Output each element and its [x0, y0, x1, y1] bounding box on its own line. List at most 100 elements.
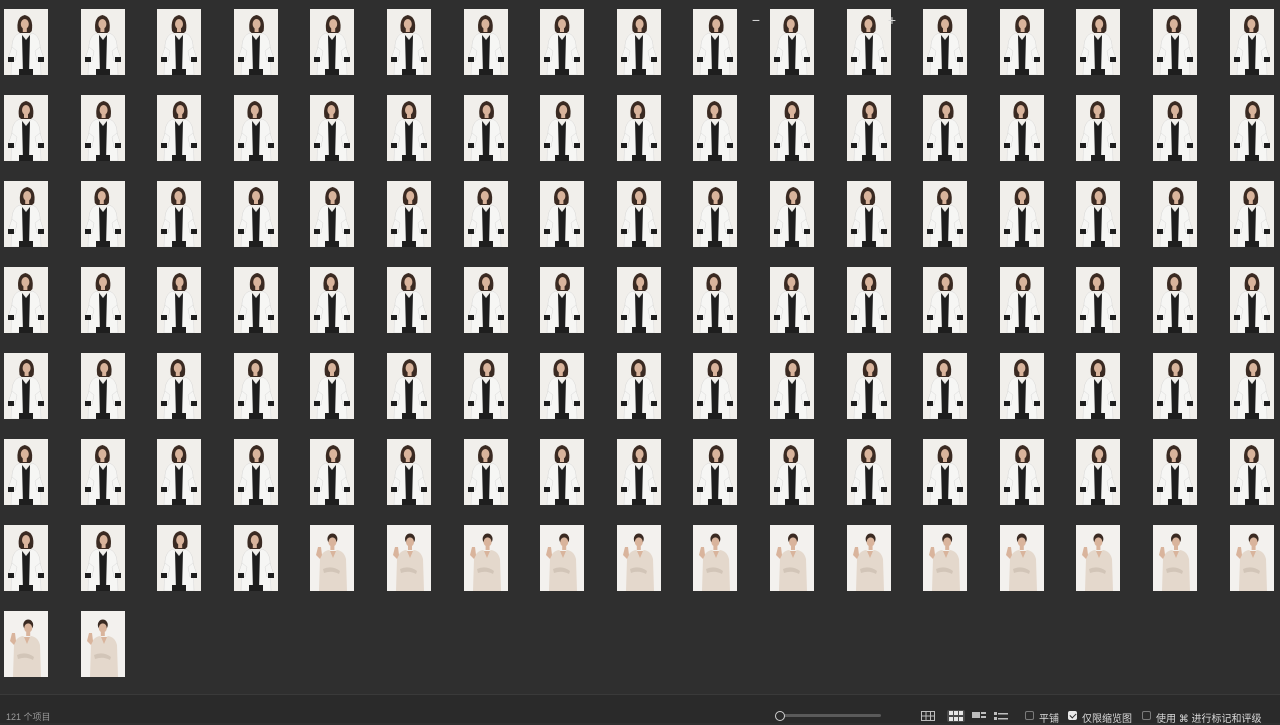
photo-thumbnail[interactable]	[770, 9, 814, 75]
photo-thumbnail[interactable]	[464, 267, 508, 333]
photo-thumbnail[interactable]	[540, 353, 584, 419]
photo-thumbnail[interactable]	[1000, 95, 1044, 161]
photo-thumbnail[interactable]	[770, 353, 814, 419]
photo-thumbnail[interactable]	[847, 439, 891, 505]
photo-thumbnail[interactable]	[693, 353, 737, 419]
zoom-slider[interactable]	[777, 714, 881, 717]
photo-thumbnail[interactable]	[81, 439, 125, 505]
photo-thumbnail[interactable]	[157, 439, 201, 505]
photo-thumbnail[interactable]	[464, 95, 508, 161]
photo-thumbnail[interactable]	[4, 525, 48, 591]
photo-thumbnail[interactable]	[310, 9, 354, 75]
photo-thumbnail[interactable]	[1000, 525, 1044, 591]
photo-thumbnail[interactable]	[847, 353, 891, 419]
photo-thumbnail[interactable]	[234, 439, 278, 505]
zoom-out-button[interactable]: −	[750, 12, 762, 28]
photo-thumbnail[interactable]	[234, 181, 278, 247]
photo-thumbnail[interactable]	[1076, 439, 1120, 505]
photo-thumbnail[interactable]	[387, 439, 431, 505]
photo-thumbnail[interactable]	[310, 439, 354, 505]
photo-thumbnail[interactable]	[464, 353, 508, 419]
photo-thumbnail[interactable]	[464, 181, 508, 247]
photo-thumbnail[interactable]	[1230, 95, 1274, 161]
photo-thumbnail[interactable]	[923, 525, 967, 591]
photo-thumbnail[interactable]	[1076, 181, 1120, 247]
photo-thumbnail[interactable]	[81, 9, 125, 75]
photo-thumbnail[interactable]	[923, 439, 967, 505]
photo-thumbnail[interactable]	[310, 181, 354, 247]
photo-thumbnail[interactable]	[387, 267, 431, 333]
photo-thumbnail[interactable]	[157, 181, 201, 247]
photo-thumbnail[interactable]	[693, 95, 737, 161]
tile-checkbox[interactable]	[1025, 711, 1034, 720]
use-shortcut-checkbox[interactable]	[1142, 711, 1151, 720]
photo-thumbnail[interactable]	[1230, 181, 1274, 247]
photo-thumbnail[interactable]	[310, 267, 354, 333]
photo-thumbnail[interactable]	[617, 525, 661, 591]
photo-thumbnail[interactable]	[4, 611, 48, 677]
photo-thumbnail[interactable]	[770, 95, 814, 161]
photo-thumbnail[interactable]	[234, 9, 278, 75]
photo-thumbnail[interactable]	[81, 525, 125, 591]
photo-thumbnail[interactable]	[387, 353, 431, 419]
photo-thumbnail[interactable]	[923, 353, 967, 419]
photo-thumbnail[interactable]	[923, 95, 967, 161]
photo-thumbnail[interactable]	[4, 267, 48, 333]
zoom-in-button[interactable]: +	[886, 12, 898, 28]
photo-thumbnail[interactable]	[1153, 439, 1197, 505]
photo-thumbnail[interactable]	[540, 95, 584, 161]
photo-thumbnail[interactable]	[923, 9, 967, 75]
photo-thumbnail[interactable]	[464, 9, 508, 75]
photo-thumbnail[interactable]	[617, 353, 661, 419]
photo-thumbnail[interactable]	[693, 525, 737, 591]
photo-thumbnail[interactable]	[234, 525, 278, 591]
photo-thumbnail[interactable]	[1000, 267, 1044, 333]
photo-thumbnail[interactable]	[1153, 95, 1197, 161]
photo-thumbnail[interactable]	[923, 181, 967, 247]
photo-thumbnail[interactable]	[81, 267, 125, 333]
photo-thumbnail[interactable]	[1076, 525, 1120, 591]
photo-thumbnail[interactable]	[540, 267, 584, 333]
photo-thumbnail[interactable]	[1230, 9, 1274, 75]
photo-thumbnail[interactable]	[387, 181, 431, 247]
photo-thumbnail[interactable]	[770, 439, 814, 505]
photo-thumbnail[interactable]	[1230, 525, 1274, 591]
photo-thumbnail[interactable]	[81, 353, 125, 419]
photo-thumbnail[interactable]	[693, 267, 737, 333]
photo-thumbnail[interactable]	[693, 439, 737, 505]
photo-thumbnail[interactable]	[1230, 267, 1274, 333]
photo-thumbnail[interactable]	[4, 95, 48, 161]
photo-thumbnail[interactable]	[847, 9, 891, 75]
photo-thumbnail[interactable]	[1000, 181, 1044, 247]
photo-thumbnail[interactable]	[4, 9, 48, 75]
photo-thumbnail[interactable]	[310, 525, 354, 591]
photo-thumbnail[interactable]	[234, 353, 278, 419]
photo-thumbnail[interactable]	[1000, 353, 1044, 419]
photo-thumbnail[interactable]	[1076, 353, 1120, 419]
photo-thumbnail[interactable]	[157, 353, 201, 419]
photo-thumbnail[interactable]	[1000, 9, 1044, 75]
thumbnails-only-checkbox[interactable]	[1068, 711, 1077, 720]
photo-thumbnail[interactable]	[770, 267, 814, 333]
photo-thumbnail[interactable]	[234, 95, 278, 161]
photo-thumbnail[interactable]	[540, 439, 584, 505]
view-grid-small-button[interactable]	[947, 710, 965, 722]
photo-thumbnail[interactable]	[234, 267, 278, 333]
photo-thumbnail[interactable]	[847, 525, 891, 591]
photo-thumbnail[interactable]	[464, 439, 508, 505]
photo-thumbnail[interactable]	[617, 439, 661, 505]
photo-thumbnail[interactable]	[923, 267, 967, 333]
photo-thumbnail[interactable]	[540, 525, 584, 591]
photo-thumbnail[interactable]	[464, 525, 508, 591]
photo-thumbnail[interactable]	[387, 95, 431, 161]
photo-thumbnail[interactable]	[157, 9, 201, 75]
photo-thumbnail[interactable]	[1076, 267, 1120, 333]
photo-thumbnail[interactable]	[4, 439, 48, 505]
photo-thumbnail[interactable]	[770, 181, 814, 247]
photo-thumbnail[interactable]	[1153, 9, 1197, 75]
photo-thumbnail[interactable]	[310, 95, 354, 161]
photo-thumbnail[interactable]	[617, 95, 661, 161]
photo-thumbnail[interactable]	[617, 181, 661, 247]
photo-thumbnail[interactable]	[157, 95, 201, 161]
photo-thumbnail[interactable]	[1153, 267, 1197, 333]
